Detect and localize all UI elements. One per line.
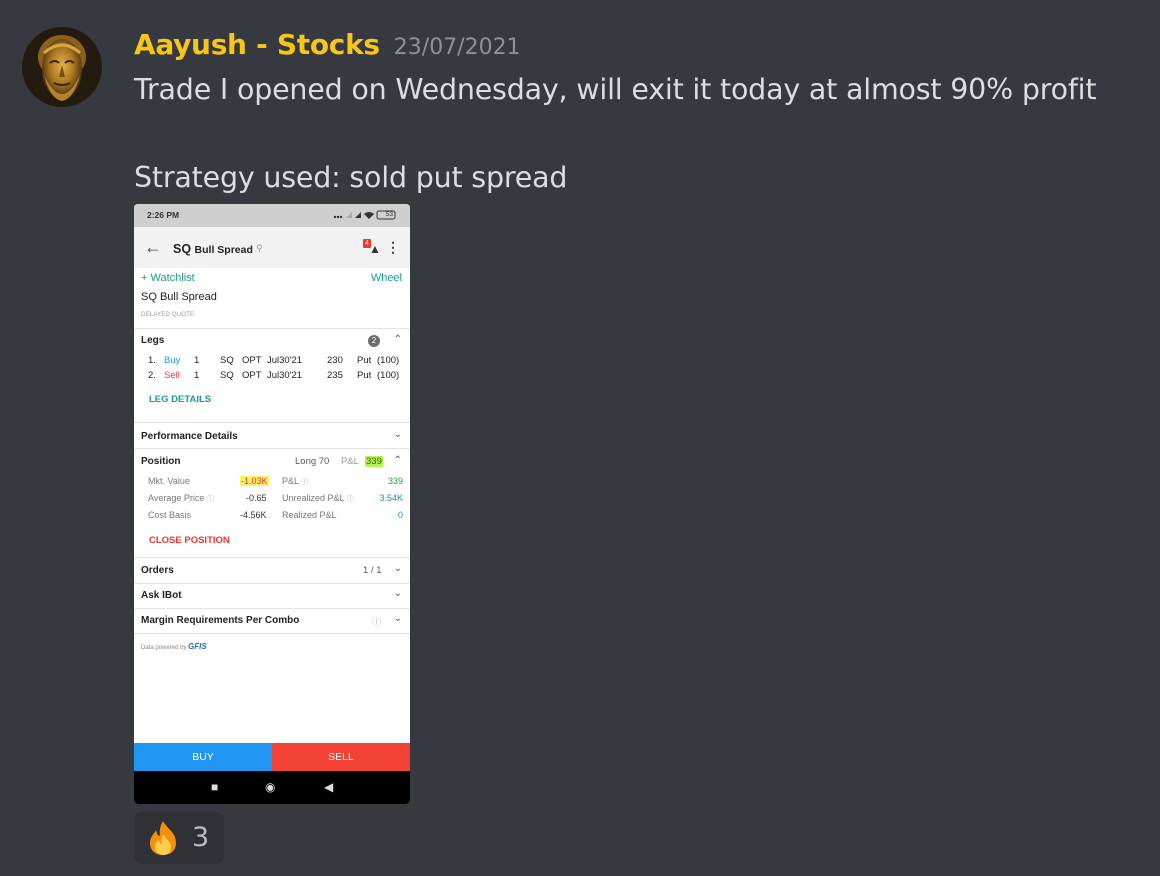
header-symbol: SQ	[173, 242, 192, 256]
attachment-image[interactable]: 2:26 PM 53 ← SQ Bull Spread ⚲ 4 ▲ ⋮ + Wa…	[134, 204, 410, 804]
cost-basis-value: -4.56K	[240, 510, 267, 520]
cost-basis-label: Cost Basis	[148, 510, 192, 520]
divider	[134, 328, 410, 329]
pnl-header-value: 339	[365, 456, 383, 467]
leg-qty: 1	[194, 370, 200, 381]
chevron-down-icon[interactable]: ⌄	[394, 429, 402, 440]
leg-details-link[interactable]: LEG DETAILS	[149, 394, 211, 405]
status-bar: 2:26 PM	[134, 204, 410, 227]
leg-multiplier: (100)	[377, 370, 400, 381]
wheel-link[interactable]: Wheel	[371, 272, 402, 284]
unrealized-label-text: Unrealized P&L	[282, 493, 345, 503]
message-timestamp: 23/07/2021	[393, 35, 521, 60]
notifications-button[interactable]: 4 ▲	[363, 239, 383, 257]
chevron-down-icon[interactable]: ⌄	[394, 563, 402, 574]
reaction-count: 3	[192, 822, 210, 853]
data-attribution: Data powered by GFIS	[141, 642, 207, 651]
delayed-quote-label: DELAYED QUOTE	[141, 312, 195, 318]
leg-action: Sell	[164, 370, 180, 381]
divider	[134, 633, 410, 634]
message-line-1: Trade I opened on Wednesday, will exit i…	[134, 73, 1097, 106]
leg-type: OPT	[242, 370, 262, 381]
buy-button[interactable]: BUY	[134, 743, 272, 771]
leg-qty: 1	[194, 355, 200, 366]
realized-pnl-label: Realized P&L	[282, 510, 337, 520]
chevron-up-icon[interactable]: ⌃	[394, 455, 402, 466]
leg-strike: 235	[327, 370, 343, 381]
leg-expiry: Jul30'21	[267, 370, 303, 381]
symbol-name: SQ Bull Spread	[141, 291, 217, 303]
bell-icon: ▲	[369, 242, 381, 256]
chevron-down-icon[interactable]: ⌄	[394, 588, 402, 599]
avg-price-label: Average Price ⓘ	[148, 493, 214, 504]
position-title: Position	[141, 456, 181, 467]
leg-right: Put	[357, 355, 372, 366]
position-quantity: Long 70	[295, 456, 330, 467]
info-icon[interactable]: ⓘ	[347, 496, 354, 503]
unrealized-pnl-value: 3.54K	[379, 493, 403, 503]
app-header: ← SQ Bull Spread ⚲ 4 ▲ ⋮	[134, 227, 410, 268]
performance-details-title[interactable]: Performance Details	[141, 431, 238, 442]
divider	[134, 448, 410, 449]
avg-price-value: -0.65	[246, 493, 267, 503]
pnl-label: P&L ⓘ	[282, 476, 308, 487]
reaction-button[interactable]: 3	[134, 812, 224, 864]
orders-title[interactable]: Orders	[141, 565, 174, 576]
mkt-value: -1.03K	[240, 476, 269, 486]
info-icon[interactable]: ⓘ	[301, 479, 308, 486]
margin-requirements-title[interactable]: Margin Requirements Per Combo	[141, 615, 299, 626]
powered-by-text: Data powered by	[141, 645, 187, 651]
leg-number: 2.	[148, 370, 156, 381]
ask-ibot-title[interactable]: Ask IBot	[141, 590, 182, 601]
message-line-2: Strategy used: sold put spread	[134, 161, 568, 194]
divider	[134, 422, 410, 423]
back-arrow-icon[interactable]: ←	[144, 237, 162, 258]
header-subtitle: Bull Spread	[194, 244, 253, 256]
add-watchlist-link[interactable]: + Watchlist	[141, 272, 195, 284]
avg-price-label-text: Average Price	[148, 493, 205, 503]
orders-count: 1 / 1	[363, 565, 382, 576]
pnl-header-label: P&L	[341, 456, 359, 467]
gfis-logo: GFIS	[188, 642, 207, 651]
leg-right: Put	[357, 370, 372, 381]
avatar-image	[22, 27, 102, 107]
leg-number: 1.	[148, 355, 156, 366]
leg-expiry: Jul30'21	[267, 355, 303, 366]
legs-count-badge: 2	[368, 335, 380, 347]
pnl-value: 339	[387, 476, 403, 486]
leg-multiplier: (100)	[377, 355, 400, 366]
close-position-link[interactable]: CLOSE POSITION	[149, 535, 230, 546]
pnl-label-text: P&L	[282, 476, 299, 486]
message-header: Aayush - Stocks 23/07/2021	[134, 28, 521, 61]
leg-type: OPT	[242, 355, 262, 366]
avatar[interactable]	[22, 27, 102, 107]
more-options-icon[interactable]: ⋮	[386, 239, 400, 256]
battery-level: 53	[385, 211, 393, 218]
search-icon[interactable]: ⚲	[256, 243, 263, 254]
header-title: SQ Bull Spread	[173, 242, 253, 256]
chevron-down-icon[interactable]: ⌄	[394, 613, 402, 624]
fire-icon	[150, 821, 176, 855]
leg-strike: 230	[327, 355, 343, 366]
chevron-up-icon[interactable]: ⌃	[394, 334, 402, 345]
leg-symbol: SQ	[220, 370, 234, 381]
sell-button[interactable]: SELL	[272, 743, 410, 771]
legs-title: Legs	[141, 335, 165, 346]
leg-symbol: SQ	[220, 355, 234, 366]
android-nav-bar: ■ ◉ ◀	[134, 771, 410, 804]
info-icon[interactable]: ⓘ	[372, 615, 381, 628]
leg-action: Buy	[164, 355, 181, 366]
back-triangle-icon[interactable]: ◀	[324, 780, 333, 794]
divider	[134, 608, 410, 609]
status-time: 2:26 PM	[147, 210, 180, 220]
mkt-value-label: Mkt. Value	[148, 476, 190, 486]
divider	[134, 583, 410, 584]
author-name[interactable]: Aayush - Stocks	[134, 28, 380, 61]
divider	[134, 557, 410, 558]
info-icon[interactable]: ⓘ	[207, 496, 214, 503]
unrealized-pnl-label: Unrealized P&L ⓘ	[282, 493, 354, 504]
home-icon[interactable]: ◉	[265, 780, 275, 794]
recent-apps-icon[interactable]: ■	[211, 780, 218, 794]
realized-pnl-value: 0	[397, 510, 403, 520]
